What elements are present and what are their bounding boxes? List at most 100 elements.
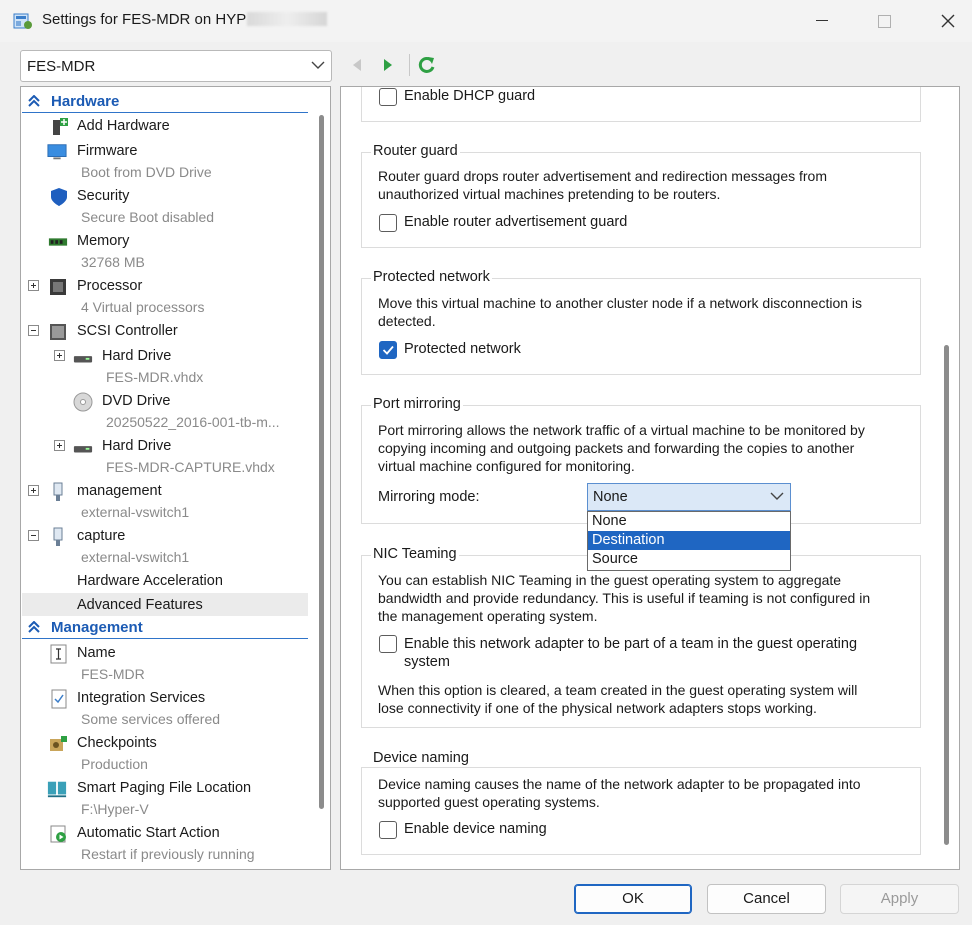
- panel-scroll-thumb[interactable]: [944, 345, 949, 845]
- refresh-icon[interactable]: [417, 55, 437, 75]
- mirroring-mode-dropdown[interactable]: None: [587, 483, 791, 511]
- collapse-capture-nic-toggle[interactable]: [28, 530, 39, 541]
- collapse-chevrons-icon: [28, 95, 40, 107]
- checkmark-icon: [382, 345, 394, 355]
- advanced-features-panel: Enable DHCP guard Router guard Router gu…: [340, 86, 960, 870]
- nic-teaming-note-line: lose connectivity if one of the physical…: [378, 700, 817, 716]
- window-title-text: Settings for FES-MDR on HYP: [42, 11, 247, 28]
- sidebar-item-capture-nic[interactable]: capture: [45, 527, 307, 547]
- vm-selector-dropdown[interactable]: FES-MDR: [20, 50, 332, 82]
- sidebar-scrollbar[interactable]: [314, 87, 330, 869]
- hardware-header-label: Hardware: [51, 93, 120, 110]
- device-naming-checkbox[interactable]: [379, 821, 397, 839]
- vm-selector-value: FES-MDR: [27, 58, 96, 75]
- network-adapter-icon: [53, 482, 63, 501]
- nic-teaming-checkbox-label-line: Enable this network adapter to be part o…: [404, 636, 858, 652]
- sidebar-item-advanced-features[interactable]: Advanced Features: [21, 596, 307, 616]
- sidebar-item-integration-services[interactable]: Integration Services: [21, 689, 307, 709]
- cancel-button[interactable]: Cancel: [707, 884, 826, 914]
- sidebar-item-label: Advanced Features: [77, 597, 203, 613]
- ok-button[interactable]: OK: [574, 884, 692, 914]
- sidebar-item-sublabel: FES-MDR.vhdx: [106, 369, 204, 385]
- sidebar-item-sublabel: F:\Hyper-V: [81, 801, 149, 817]
- device-naming-label: Enable device naming: [404, 821, 547, 837]
- sidebar-item-hard-drive[interactable]: Hard Drive: [71, 347, 307, 367]
- sidebar-item-sublabel: Secure Boot disabled: [81, 209, 215, 225]
- checkpoints-camera-icon: [50, 736, 67, 751]
- sidebar-item-sublabel: 20250522_2016-001-tb-m...: [106, 414, 280, 430]
- scsi-controller-icon: [50, 324, 66, 340]
- mirroring-option-source[interactable]: Source: [588, 550, 790, 569]
- hardware-section-header[interactable]: Hardware: [22, 91, 308, 113]
- sidebar-item-add-hardware[interactable]: Add Hardware: [21, 117, 307, 137]
- sidebar-item-label: SCSI Controller: [77, 323, 178, 339]
- expand-hard-drive-toggle[interactable]: [54, 350, 65, 361]
- sidebar-item-checkpoints[interactable]: Checkpoints: [21, 734, 307, 754]
- sidebar-item-memory[interactable]: Memory: [21, 232, 307, 252]
- sidebar-item-sublabel: Production: [81, 756, 148, 772]
- sidebar-item-scsi-controller[interactable]: SCSI Controller: [45, 322, 307, 342]
- hard-drive-icon: [73, 446, 93, 453]
- dhcp-guard-checkbox[interactable]: [379, 88, 397, 106]
- sidebar-item-label: Add Hardware: [77, 118, 170, 134]
- memory-icon: [48, 238, 68, 246]
- hard-drive-icon: [73, 356, 93, 363]
- forward-arrow-icon[interactable]: [378, 55, 398, 75]
- sidebar-item-label: Integration Services: [77, 690, 206, 706]
- sidebar-item-label: Name: [77, 645, 116, 661]
- mirroring-option-none[interactable]: None: [588, 512, 790, 531]
- sidebar-item-sublabel: Some services offered: [81, 711, 221, 727]
- sidebar-item-hard-drive-capture[interactable]: Hard Drive: [71, 437, 307, 457]
- sidebar-item-label: Memory: [77, 233, 130, 249]
- protected-network-checkbox[interactable]: [379, 341, 397, 359]
- management-header-label: Management: [51, 619, 143, 636]
- nic-teaming-checkbox[interactable]: [379, 635, 397, 653]
- automatic-start-icon: [50, 825, 66, 843]
- sidebar-item-smart-paging[interactable]: Smart Paging File Location: [21, 779, 307, 799]
- add-hardware-icon: [53, 118, 68, 135]
- sidebar-item-label: Automatic Start Action: [77, 825, 220, 841]
- back-arrow-icon[interactable]: [348, 55, 368, 75]
- management-section-header[interactable]: Management: [22, 617, 308, 639]
- minimize-icon: [816, 20, 828, 21]
- processor-icon: [50, 279, 66, 295]
- sidebar-item-sublabel: Boot from DVD Drive: [81, 164, 212, 180]
- minimize-button[interactable]: [799, 6, 845, 36]
- sidebar-item-label: DVD Drive: [102, 393, 171, 409]
- sidebar-item-name[interactable]: Name: [21, 644, 307, 664]
- sidebar-scroll-thumb[interactable]: [319, 115, 324, 809]
- apply-button[interactable]: Apply: [840, 884, 959, 914]
- mirroring-option-destination[interactable]: Destination: [588, 531, 790, 550]
- port-mirroring-description-line: virtual machine configured for monitorin…: [378, 458, 635, 474]
- sidebar-item-security[interactable]: Security: [21, 187, 307, 207]
- chevron-down-icon: [311, 61, 325, 69]
- sidebar-item-sublabel: 4 Virtual processors: [81, 299, 205, 315]
- sidebar-item-firmware[interactable]: Firmware: [21, 142, 307, 162]
- sidebar-item-label: Security: [77, 188, 130, 204]
- mirroring-mode-options-list: None Destination Source: [587, 511, 791, 571]
- nic-teaming-note-line: When this option is cleared, a team crea…: [378, 682, 858, 698]
- expand-management-nic-toggle[interactable]: [28, 485, 39, 496]
- collapse-scsi-toggle[interactable]: [28, 325, 39, 336]
- sidebar-item-management-nic[interactable]: management: [45, 482, 307, 502]
- integration-services-icon: [51, 689, 67, 709]
- device-naming-description-line: Device naming causes the name of the net…: [378, 776, 861, 792]
- sidebar-item-label: Checkpoints: [77, 735, 157, 751]
- sidebar-item-processor[interactable]: Processor: [45, 277, 307, 297]
- router-guard-title: Router guard: [371, 143, 460, 159]
- port-mirroring-title: Port mirroring: [371, 396, 463, 412]
- sidebar-item-automatic-start[interactable]: Automatic Start Action: [21, 824, 307, 844]
- sidebar-item-dvd-drive[interactable]: DVD Drive: [71, 392, 307, 412]
- maximize-button[interactable]: [861, 6, 907, 36]
- expand-hard-drive-toggle[interactable]: [54, 440, 65, 451]
- sidebar-item-hardware-acceleration[interactable]: Hardware Acceleration: [21, 572, 307, 592]
- protected-network-description-line: detected.: [378, 313, 436, 329]
- window-title: Settings for FES-MDR on HYP: [42, 11, 328, 28]
- sidebar-item-sublabel: FES-MDR-CAPTURE.vhdx: [106, 459, 275, 475]
- router-advertisement-guard-checkbox[interactable]: [379, 214, 397, 232]
- shield-icon: [51, 188, 67, 206]
- expand-processor-toggle[interactable]: [28, 280, 39, 291]
- toolbar-separator: [409, 54, 410, 76]
- close-button[interactable]: [925, 6, 971, 36]
- panel-scrollbar[interactable]: [939, 87, 957, 869]
